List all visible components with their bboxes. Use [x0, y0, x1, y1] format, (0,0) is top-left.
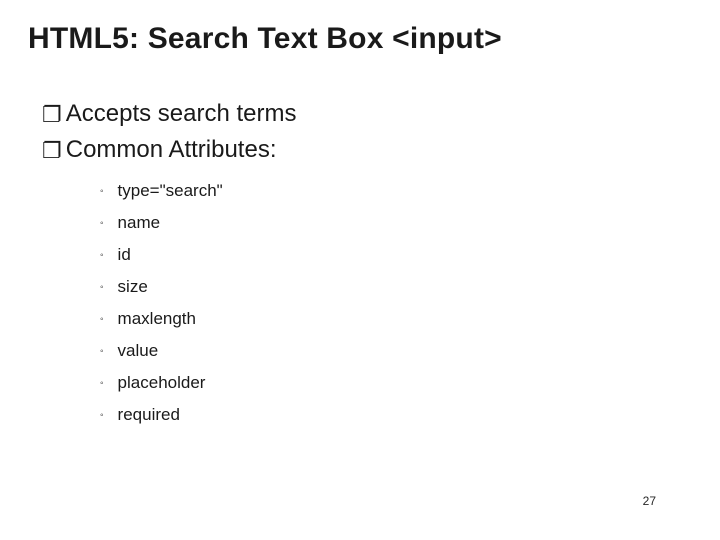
slide-body: ❐ Accepts search terms ❐ Common Attribut… — [28, 97, 692, 424]
list-item: ❐ Accepts search terms — [42, 97, 692, 132]
slide: HTML5: Search Text Box <input> ❐ Accepts… — [0, 0, 720, 540]
bullet-icon: ❐ — [42, 99, 62, 131]
bullet-icon: ◦ — [100, 315, 104, 325]
list-item: ◦ id — [100, 246, 692, 263]
bullet-icon: ◦ — [100, 251, 104, 261]
bullet-text: maxlength — [118, 310, 196, 327]
bullet-icon: ◦ — [100, 379, 104, 389]
sub-list: ◦ type="search" ◦ name ◦ id ◦ size ◦ max… — [42, 182, 692, 423]
bullet-text: value — [118, 342, 159, 359]
list-item: ◦ required — [100, 406, 692, 423]
bullet-text: placeholder — [118, 374, 206, 391]
bullet-icon: ◦ — [100, 347, 104, 357]
list-item: ◦ type="search" — [100, 182, 692, 199]
bullet-icon: ◦ — [100, 411, 104, 421]
bullet-text: size — [118, 278, 148, 295]
list-item: ◦ size — [100, 278, 692, 295]
bullet-icon: ◦ — [100, 219, 104, 229]
list-item: ◦ name — [100, 214, 692, 231]
bullet-text: id — [118, 246, 131, 263]
bullet-text: Accepts search terms — [66, 97, 297, 132]
bullet-icon: ◦ — [100, 187, 104, 197]
bullet-icon: ◦ — [100, 283, 104, 293]
list-item: ◦ value — [100, 342, 692, 359]
page-number: 27 — [643, 494, 656, 508]
bullet-text: Common Attributes: — [66, 133, 277, 168]
list-item: ◦ placeholder — [100, 374, 692, 391]
slide-title: HTML5: Search Text Box <input> — [28, 22, 692, 57]
bullet-icon: ❐ — [42, 135, 62, 167]
bullet-text: type="search" — [118, 182, 223, 199]
bullet-text: name — [118, 214, 161, 231]
bullet-text: required — [118, 406, 180, 423]
list-item: ◦ maxlength — [100, 310, 692, 327]
list-item: ❐ Common Attributes: — [42, 133, 692, 168]
